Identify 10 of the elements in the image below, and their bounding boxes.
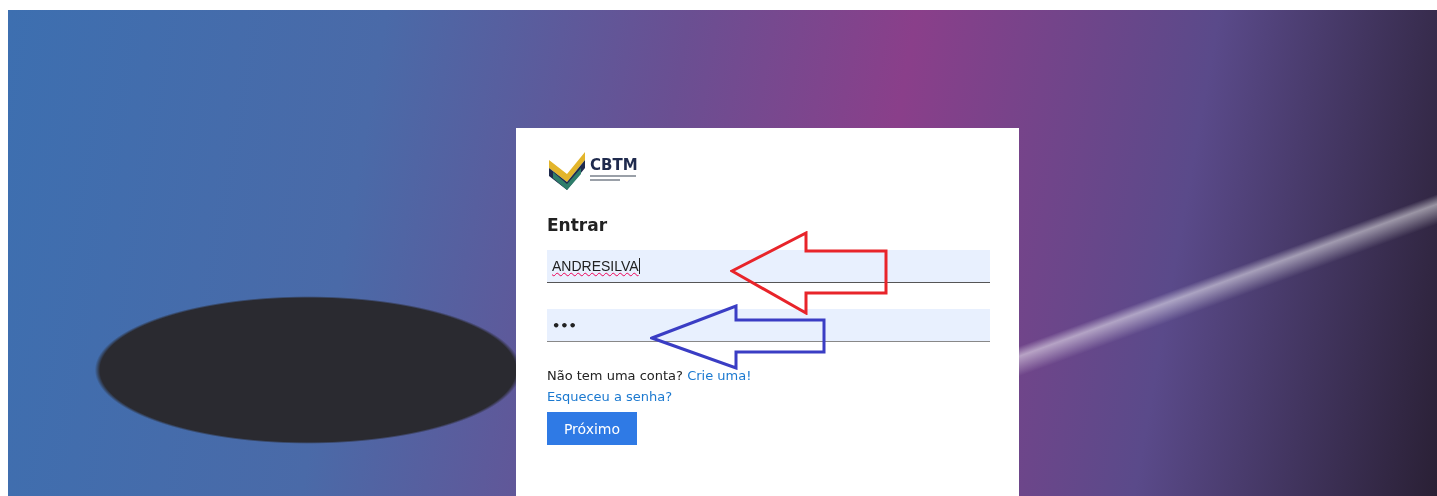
logo-text: CBTM <box>590 158 638 173</box>
forgot-password-link[interactable]: Esqueceu a senha? <box>547 389 673 404</box>
next-button[interactable]: Próximo <box>547 412 637 445</box>
signup-prompt: Não tem uma conta? <box>547 368 683 383</box>
logo-tagline-drawing <box>590 175 636 182</box>
heading: Entrar <box>547 214 609 236</box>
signup-link[interactable]: Crie uma! <box>687 368 752 383</box>
logo-icon <box>547 150 587 190</box>
password-field[interactable]: ••• <box>547 309 990 342</box>
username-field[interactable]: ANDRESILVA <box>547 250 990 283</box>
